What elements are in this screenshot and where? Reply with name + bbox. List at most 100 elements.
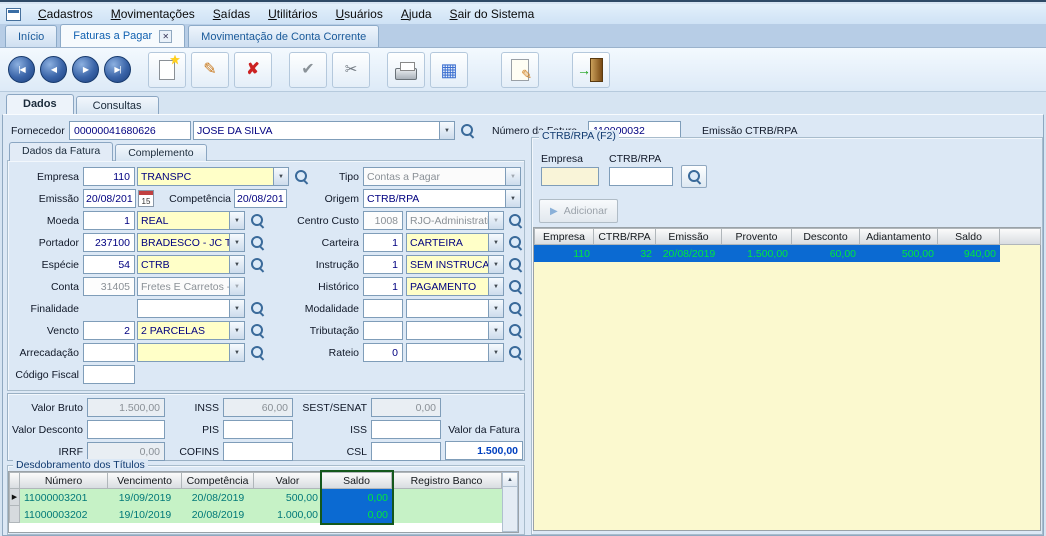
portador-desc-combo[interactable]: BRADESCO - JC TH ▼ (137, 233, 245, 252)
arrecadacao-combo[interactable]: ▼ (137, 343, 245, 362)
nav-last-button[interactable]: ▶| (104, 56, 131, 83)
ctrb-cell-saldo[interactable]: 940,00 (938, 245, 1000, 262)
tab-consultas[interactable]: Consultas (76, 96, 159, 114)
emissao-date-input[interactable] (83, 189, 136, 208)
cell-competencia[interactable]: 20/08/2019 (182, 506, 254, 523)
ctrb-rpa-input[interactable] (609, 167, 673, 186)
menu-utilitarios[interactable]: Utilitários (259, 5, 326, 23)
portador-code-input[interactable] (83, 233, 135, 252)
cell-vencimento[interactable]: 19/09/2019 (108, 489, 182, 506)
tab-movimentacao-conta-corrente[interactable]: Movimentação de Conta Corrente (188, 25, 379, 47)
moeda-dropdown-icon[interactable]: ▼ (229, 212, 244, 229)
menu-usuarios[interactable]: Usuários (326, 5, 391, 23)
tab-complemento[interactable]: Complemento (115, 144, 206, 161)
col-competencia[interactable]: Competência (182, 472, 254, 489)
menu-cadastros[interactable]: Cadastros (29, 5, 102, 23)
col-valor[interactable]: Valor (254, 472, 322, 489)
empresa-code-input[interactable] (83, 167, 135, 186)
instrucao-combo[interactable]: SEM INSTRUCAO ▼ (406, 255, 504, 274)
cell-saldo[interactable]: 0,00 (322, 489, 392, 506)
scroll-up-icon[interactable]: ▲ (503, 473, 517, 487)
menu-movimentacoes[interactable]: Movimentações (102, 5, 204, 23)
historico-search-icon[interactable] (508, 279, 523, 294)
ctrb-empresa-input[interactable] (541, 167, 599, 186)
cell-competencia[interactable]: 20/08/2019 (182, 489, 254, 506)
empresa-desc-combo[interactable]: TRANSPC ▼ (137, 167, 289, 186)
vencto-search-icon[interactable] (250, 323, 265, 338)
moeda-code-input[interactable] (83, 211, 135, 230)
col-vencimento[interactable]: Vencimento (108, 472, 182, 489)
tab-close-icon[interactable]: ✕ (159, 30, 172, 43)
arrecadacao-code-input[interactable] (83, 343, 135, 362)
tributacao-dropdown-icon[interactable]: ▼ (488, 322, 503, 339)
tab-dados-da-fatura[interactable]: Dados da Fatura (9, 142, 113, 161)
col-saldo[interactable]: Saldo (322, 472, 392, 489)
edit-record-button[interactable]: ✎ (191, 52, 229, 88)
ctrb-cell-desconto[interactable]: 60,00 (792, 245, 860, 262)
cell-registro-banco[interactable] (392, 489, 502, 506)
csl-input[interactable] (371, 442, 441, 461)
arrecadacao-search-icon[interactable] (250, 345, 265, 360)
moeda-desc-combo[interactable]: REAL ▼ (137, 211, 245, 230)
desdobramento-scrollbar[interactable]: ▲ (502, 472, 518, 532)
tributacao-code-input[interactable] (363, 321, 403, 340)
fornecedor-name-combo[interactable]: JOSE DA SILVA ▼ (193, 121, 455, 140)
instrucao-dropdown-icon[interactable]: ▼ (488, 256, 503, 273)
arrecadacao-dropdown-icon[interactable]: ▼ (229, 344, 244, 361)
ctrb-cell-provento[interactable]: 1.500,00 (722, 245, 792, 262)
instrucao-search-icon[interactable] (508, 257, 523, 272)
moeda-search-icon[interactable] (250, 213, 265, 228)
instrucao-code-input[interactable] (363, 255, 403, 274)
menu-saidas[interactable]: Saídas (204, 5, 259, 23)
tab-faturas-a-pagar[interactable]: Faturas a Pagar ✕ (60, 24, 185, 47)
print-button[interactable] (387, 52, 425, 88)
finalidade-combo[interactable]: ▼ (137, 299, 245, 318)
tributacao-combo[interactable]: ▼ (406, 321, 504, 340)
col-provento[interactable]: Provento (722, 228, 792, 245)
portador-dropdown-icon[interactable]: ▼ (229, 234, 244, 251)
origem-dropdown-icon[interactable]: ▼ (505, 190, 520, 207)
delete-record-button[interactable]: ✘ (234, 52, 272, 88)
adicionar-button[interactable]: ▶ Adicionar (539, 199, 618, 223)
menu-ajuda[interactable]: Ajuda (392, 5, 441, 23)
tab-dados[interactable]: Dados (6, 94, 74, 114)
new-record-button[interactable] (148, 52, 186, 88)
calendar-icon[interactable]: 15 (138, 190, 154, 207)
vencto-combo[interactable]: 2 PARCELAS ▼ (137, 321, 245, 340)
ctrb-cell-emissao[interactable]: 20/08/2019 (656, 245, 722, 262)
historico-combo[interactable]: PAGAMENTO ▼ (406, 277, 504, 296)
nav-next-button[interactable]: ▶ (72, 56, 99, 83)
col-numero[interactable]: Número (20, 472, 108, 489)
carteira-search-icon[interactable] (508, 235, 523, 250)
fornecedor-dropdown-icon[interactable]: ▼ (439, 122, 454, 139)
cell-numero[interactable]: 11000003201 (20, 489, 108, 506)
ctrb-cell-adiantamento[interactable]: 500,00 (860, 245, 938, 262)
modalidade-dropdown-icon[interactable]: ▼ (488, 300, 503, 317)
origem-combo[interactable]: CTRB/RPA ▼ (363, 189, 521, 208)
cancel-button[interactable]: ✂ (332, 52, 370, 88)
ctrb-search-button[interactable] (681, 165, 707, 188)
competencia-date-input[interactable] (234, 189, 287, 208)
col-ctrb-rpa[interactable]: CTRB/RPA (594, 228, 656, 245)
rateio-combo[interactable]: ▼ (406, 343, 504, 362)
historico-code-input[interactable] (363, 277, 403, 296)
col-empresa[interactable]: Empresa (534, 228, 594, 245)
col-adiantamento[interactable]: Adiantamento (860, 228, 938, 245)
carteira-combo[interactable]: CARTEIRA ▼ (406, 233, 504, 252)
vencto-code-input[interactable] (83, 321, 135, 340)
tab-inicio[interactable]: Início (5, 25, 57, 47)
col-saldo-ctrb[interactable]: Saldo (938, 228, 1000, 245)
rateio-search-icon[interactable] (508, 345, 523, 360)
cell-registro-banco[interactable] (392, 506, 502, 523)
rateio-code-input[interactable] (363, 343, 403, 362)
notes-button[interactable]: ✎ (501, 52, 539, 88)
confirm-button[interactable]: ✔ (289, 52, 327, 88)
tributacao-search-icon[interactable] (508, 323, 523, 338)
vencto-dropdown-icon[interactable]: ▼ (229, 322, 244, 339)
rateio-dropdown-icon[interactable]: ▼ (488, 344, 503, 361)
ctrb-cell-empresa[interactable]: 110 (534, 245, 594, 262)
exit-button[interactable]: → (572, 52, 610, 88)
centro-custo-search-icon[interactable] (508, 213, 523, 228)
especie-desc-combo[interactable]: CTRB ▼ (137, 255, 245, 274)
fornecedor-search-icon[interactable] (460, 123, 475, 138)
